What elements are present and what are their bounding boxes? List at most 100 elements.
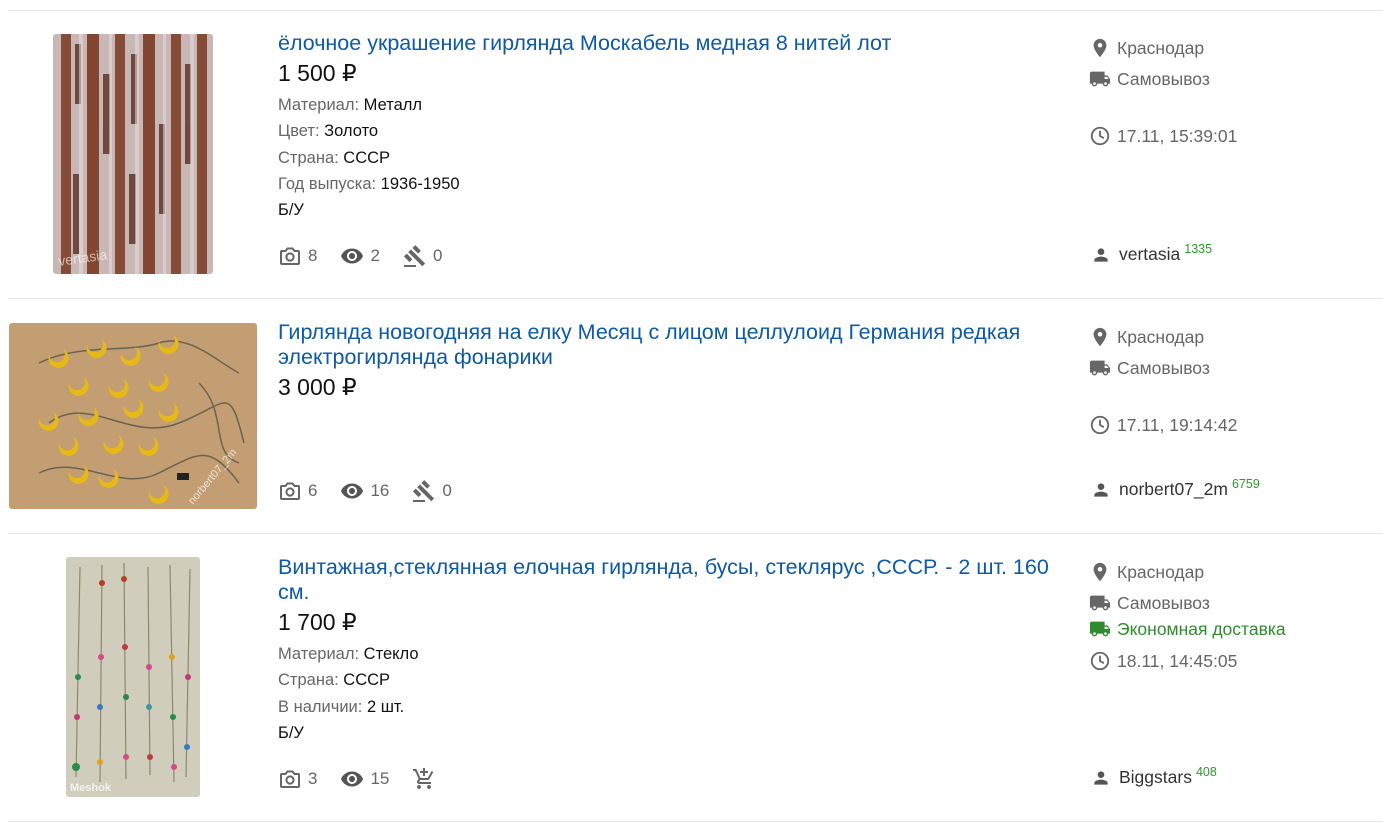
photo-count-value: 6 [308, 481, 318, 500]
datetime-label: 18.11, 14:45:05 [1117, 650, 1238, 671]
camera-icon [278, 244, 302, 268]
listing-title-link[interactable]: ёлочное украшение гирлянда Москабель мед… [278, 31, 1073, 56]
camera-icon [278, 479, 302, 503]
attribute-value: Золото [324, 122, 379, 141]
seller-rating: 6759 [1231, 476, 1260, 491]
pickup-option: Самовывоз [1089, 357, 1210, 379]
seller-link[interactable]: Biggstars 408 [1089, 765, 1217, 788]
seller-name: norbert07_2m [1119, 479, 1228, 499]
photo-count-value: 8 [308, 246, 318, 265]
user-icon [1091, 768, 1111, 788]
listing-condition: Б/У [278, 723, 304, 742]
city-label: Краснодар [1117, 37, 1205, 58]
listing-photo[interactable]: vertasia [53, 34, 213, 274]
delivery-label: Экономная доставка [1117, 618, 1286, 639]
attribute-row: Материал: Стекло [278, 641, 1073, 667]
view-count-value: 15 [370, 769, 390, 788]
seller-rating: 1335 [1184, 241, 1213, 256]
attribute-row: Страна: СССР [278, 145, 1073, 171]
truck-icon [1089, 68, 1111, 90]
photo-watermark: Meshok [70, 782, 112, 794]
add-to-cart-button[interactable] [412, 767, 442, 791]
attribute-key: Страна: [278, 671, 339, 690]
location: Краснодар [1089, 37, 1204, 59]
listing-attributes: Материал: Стекло Страна: СССР В наличии:… [278, 641, 1073, 720]
listing-meta: Краснодар Самовывоз 17.11, 15:39:01 [1089, 0, 1379, 280]
listing-list: vertasia ёлочное украшение гирлянда Моск… [0, 0, 1383, 830]
photo-count[interactable]: 8 [278, 244, 317, 268]
listing-info: ёлочное украшение гирлянда Москабель мед… [278, 31, 1073, 223]
view-count: 2 [340, 244, 380, 268]
photo-count-value: 3 [308, 769, 318, 788]
city-label: Краснодар [1117, 326, 1205, 347]
city-label: Краснодар [1117, 561, 1205, 582]
listing-title-link[interactable]: Гирлянда новогодняя на елку Месяц с лицо… [278, 320, 1073, 370]
user-icon [1091, 480, 1111, 500]
attribute-key: Материал: [278, 96, 360, 114]
location-pin-icon [1089, 561, 1111, 583]
bid-count-value: 0 [432, 246, 443, 265]
attribute-row: В наличии: 2 шт. [278, 694, 1073, 720]
attribute-value: Стекло [363, 645, 419, 663]
attribute-value: СССР [343, 148, 391, 167]
pickup-label: Самовывоз [1117, 357, 1210, 378]
eye-icon [340, 767, 364, 791]
pickup-option: Самовывоз [1089, 68, 1210, 90]
listing-stats: 6 16 0 [278, 479, 475, 503]
attribute-key: Год выпуска: [278, 174, 377, 193]
bid-count: 0 [403, 244, 442, 268]
bid-count: 0 [412, 479, 452, 503]
location-pin-icon [1089, 37, 1111, 59]
listing-info: Винтажная,стеклянная елочная гирлянда, б… [278, 555, 1073, 746]
datetime-label: 17.11, 19:14:42 [1117, 414, 1238, 435]
listing-datetime: 18.11, 14:45:05 [1089, 650, 1237, 672]
view-count: 15 [340, 767, 389, 791]
seller-link[interactable]: vertasia 1335 [1089, 241, 1213, 265]
attribute-key: Материал: [278, 645, 360, 663]
clock-icon [1089, 650, 1111, 672]
listing-price: 1 500 ₽ [278, 60, 357, 86]
eye-icon [340, 479, 364, 503]
divider [8, 821, 1383, 822]
photo-count[interactable]: 3 [278, 767, 317, 791]
attribute-row: Год выпуска: 1936-1950 [278, 171, 1073, 197]
listing-photo[interactable]: Meshok [66, 557, 200, 797]
listing-title-link[interactable]: Винтажная,стеклянная елочная гирлянда, б… [278, 555, 1073, 605]
attribute-key: Страна: [278, 148, 339, 167]
seller-link[interactable]: norbert07_2m 6759 [1089, 476, 1260, 500]
cart-plus-icon [412, 767, 436, 791]
attribute-key: В наличии: [278, 697, 363, 716]
listing-datetime: 17.11, 19:14:42 [1089, 414, 1237, 436]
photo-count[interactable]: 6 [278, 479, 317, 503]
pickup-label: Самовывоз [1117, 68, 1210, 89]
listing-info: Гирлянда новогодняя на елку Месяц с лицо… [278, 320, 1073, 402]
attribute-row: Цвет: Золото [278, 118, 1073, 144]
attribute-value: 1936-1950 [380, 174, 460, 193]
attribute-value: Металл [363, 96, 423, 114]
view-count-value: 2 [370, 246, 380, 265]
seller-name: Biggstars [1119, 767, 1192, 787]
view-count: 16 [340, 479, 389, 503]
delivery-option[interactable]: Экономная доставка [1089, 618, 1286, 640]
attribute-row: Страна: СССР [278, 667, 1073, 693]
gavel-icon [412, 479, 436, 503]
truck-icon [1089, 592, 1111, 614]
bid-count-value: 0 [442, 481, 452, 500]
camera-icon [278, 767, 302, 791]
listing-condition: Б/У [278, 201, 304, 220]
pickup-option: Самовывоз [1089, 592, 1210, 614]
listing-price: 3 000 ₽ [278, 374, 357, 400]
location-pin-icon [1089, 326, 1111, 348]
eye-icon [340, 244, 364, 268]
datetime-label: 17.11, 15:39:01 [1117, 125, 1238, 146]
attribute-key: Цвет: [278, 122, 320, 141]
listing-stats: 3 15 [278, 767, 465, 791]
gavel-icon [403, 244, 427, 268]
listing-photo[interactable]: norbert07_2m [9, 323, 257, 509]
pickup-label: Самовывоз [1117, 592, 1210, 613]
clock-icon [1089, 414, 1111, 436]
view-count-value: 16 [370, 481, 390, 500]
location: Краснодар [1089, 561, 1204, 583]
user-icon [1091, 245, 1111, 265]
listing-datetime: 17.11, 15:39:01 [1089, 125, 1237, 147]
